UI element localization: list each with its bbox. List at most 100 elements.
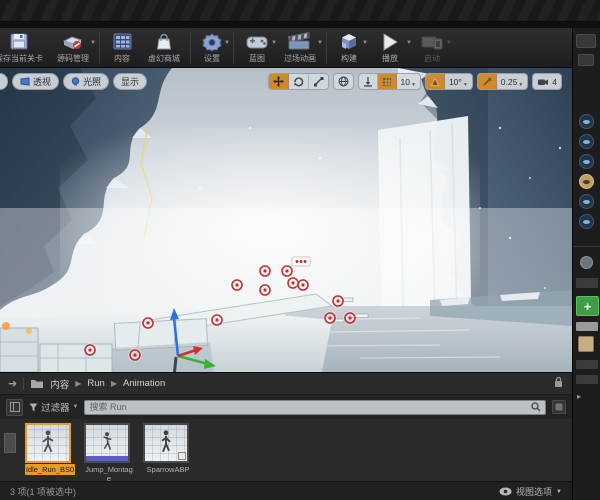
- outliner-visibility-column: [579, 114, 594, 229]
- target-point-sprite-icon[interactable]: [258, 283, 272, 297]
- component-thumbnail[interactable]: [578, 336, 594, 352]
- scale-snap-value[interactable]: 0.25 ▼: [497, 74, 528, 89]
- visibility-eye-icon[interactable]: [579, 214, 594, 229]
- visibility-eye-icon[interactable]: [579, 114, 594, 129]
- build-label: 构建: [341, 54, 357, 63]
- viewport-options-button[interactable]: [0, 73, 8, 90]
- toolbar-separator: [326, 31, 327, 64]
- camera-speed-value: 4: [552, 76, 557, 87]
- asset-item-montage[interactable]: Jump_Montage: [84, 423, 134, 483]
- rotation-snap-toggle[interactable]: [425, 74, 445, 89]
- unreal-editor-window: 保存当前关卡 ▼ 源码管理 内容 虚幻商城: [0, 0, 600, 500]
- marketplace-button[interactable]: 虚幻商城: [141, 28, 187, 67]
- build-button[interactable]: ▼ 构建: [330, 28, 368, 67]
- folder-icon: [31, 380, 44, 388]
- trigger-sprite-icon[interactable]: [291, 256, 311, 267]
- target-point-sprite-icon[interactable]: [280, 264, 294, 278]
- content-icon: [110, 32, 134, 52]
- search-input[interactable]: [89, 402, 531, 412]
- asset-type-colorbar: [86, 456, 128, 461]
- asset-item-blendspace[interactable]: Idle_Run_BS0: [25, 423, 75, 481]
- cinematics-caret-icon: ▼: [317, 40, 323, 46]
- panel-row[interactable]: [576, 375, 598, 384]
- expander-chevron-icon[interactable]: ▸: [577, 392, 581, 401]
- target-point-sprite-icon[interactable]: [128, 348, 142, 362]
- filter-row: 过滤器 ▼: [0, 395, 572, 419]
- breadcrumb-subfolder[interactable]: Animation: [123, 378, 165, 389]
- panel-tab-nub[interactable]: [578, 54, 594, 66]
- target-point-sprite-icon[interactable]: [230, 278, 244, 292]
- torch-glow: [26, 328, 32, 334]
- main-toolbar: 保存当前关卡 ▼ 源码管理 内容 虚幻商城: [0, 28, 572, 68]
- lock-icon[interactable]: [553, 375, 564, 393]
- move-tool-button[interactable]: [268, 74, 289, 89]
- panel-tab-nub[interactable]: [576, 34, 596, 48]
- camera-speed-button[interactable]: 4: [533, 74, 561, 89]
- sources-panel-toggle-button[interactable]: [6, 398, 23, 416]
- lit-mode-button[interactable]: 光照: [63, 73, 110, 90]
- panel-row[interactable]: [576, 360, 598, 369]
- panel-search-stub[interactable]: [576, 322, 598, 331]
- info-circle-icon[interactable]: [580, 256, 593, 269]
- rotation-snap-value[interactable]: 10° ▼: [445, 74, 472, 89]
- caret-down-icon: ▼: [411, 81, 416, 88]
- target-point-sprite-icon[interactable]: [331, 294, 345, 308]
- marketplace-label: 虚幻商城: [148, 54, 180, 63]
- target-point-sprite-icon[interactable]: [258, 264, 272, 278]
- scene-3d: [0, 68, 572, 372]
- character-figure-icon: [42, 430, 54, 453]
- target-point-sprite-icon[interactable]: [296, 278, 310, 292]
- add-component-button[interactable]: +: [576, 296, 599, 316]
- breadcrumb-separator-icon: ▶: [75, 379, 82, 388]
- settings-icon: [201, 32, 223, 52]
- visibility-eye-icon[interactable]: [579, 134, 594, 149]
- surface-snap-button[interactable]: [359, 74, 378, 89]
- grid-snap-value[interactable]: 10 ▼: [397, 74, 420, 89]
- visibility-eye-icon[interactable]: [579, 154, 594, 169]
- save-search-icon: [555, 403, 563, 411]
- cinematics-button[interactable]: ▼ 过场动画: [277, 28, 323, 67]
- grid-snap-toggle[interactable]: [377, 74, 397, 89]
- scale-snap-toggle[interactable]: [477, 74, 497, 89]
- source-control-button[interactable]: ▼ 源码管理: [50, 28, 96, 67]
- save-icon: [7, 32, 31, 52]
- sources-expander[interactable]: [4, 433, 16, 453]
- target-point-sprite-icon[interactable]: [83, 343, 97, 357]
- search-box: [84, 399, 546, 415]
- visibility-eye-icon[interactable]: [579, 194, 594, 209]
- panel-row[interactable]: [576, 278, 598, 288]
- breadcrumb-folder[interactable]: Run: [87, 378, 104, 389]
- item-count-text: 3 项(1 项被选中): [10, 487, 77, 497]
- target-point-sprite-icon[interactable]: [323, 311, 337, 325]
- view-mode-perspective-button[interactable]: 透视: [12, 73, 60, 90]
- breadcrumb-root[interactable]: 内容: [50, 377, 69, 391]
- asset-name: SparrowABP: [146, 465, 190, 474]
- viewport-canvas[interactable]: 透视 光照 显示 10 ▼ 10° ▼ 0.25 ▼ 4: [0, 68, 572, 372]
- scale-snap-icon: [483, 77, 492, 86]
- play-button[interactable]: ▼ 播放: [368, 28, 412, 67]
- forward-arrow-icon[interactable]: ➜: [8, 377, 17, 390]
- launch-button[interactable]: ▼ 启动: [412, 28, 452, 67]
- save-search-button[interactable]: [552, 400, 566, 414]
- scale-tool-button[interactable]: [309, 74, 328, 89]
- world-coordinate-button[interactable]: [334, 74, 353, 89]
- show-menu-button[interactable]: 显示: [113, 73, 148, 90]
- blueprints-button[interactable]: ▼ 蓝图: [237, 28, 277, 67]
- filters-button[interactable]: 过滤器 ▼: [29, 400, 78, 414]
- target-point-sprite-icon[interactable]: [343, 311, 357, 325]
- viewport-toolbar-right: 10 ▼ 10° ▼ 0.25 ▼ 4: [267, 73, 562, 90]
- content-browser-button[interactable]: 内容: [103, 28, 141, 67]
- visibility-eye-icon[interactable]: [579, 174, 594, 189]
- source-control-icon: [60, 32, 86, 52]
- sources-panel-icon: [9, 402, 20, 412]
- caret-down-icon: ▼: [518, 81, 524, 88]
- window-titlebar[interactable]: [0, 0, 600, 22]
- caret-down-icon: ▼: [556, 488, 562, 495]
- rotate-tool-button[interactable]: [289, 74, 309, 89]
- asset-item-animblueprint[interactable]: SparrowABP: [143, 423, 193, 481]
- settings-button[interactable]: ▼ 设置: [194, 28, 230, 67]
- view-options-button[interactable]: 视图选项 ▼: [499, 485, 562, 498]
- target-point-sprite-icon[interactable]: [210, 313, 224, 327]
- target-point-sprite-icon[interactable]: [141, 316, 155, 330]
- save-level-button[interactable]: 保存当前关卡: [0, 28, 50, 67]
